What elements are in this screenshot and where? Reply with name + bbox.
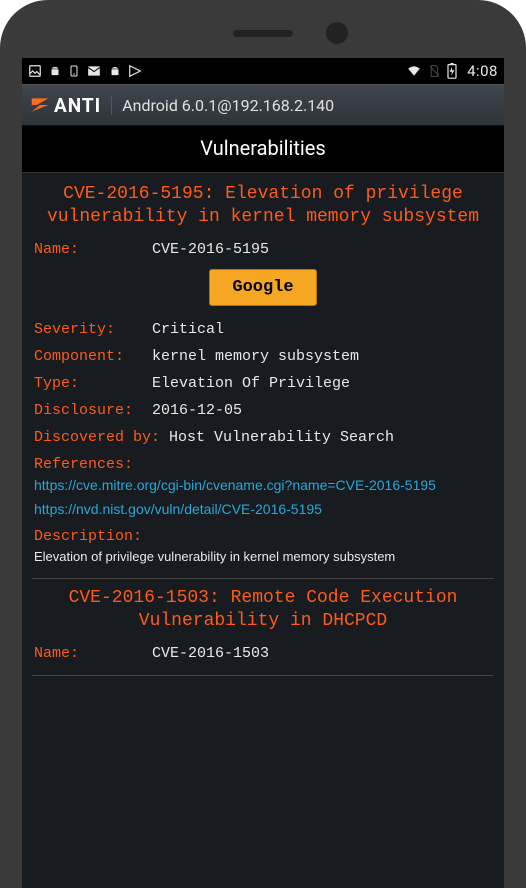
field-value-severity: Critical [152, 321, 224, 338]
field-row: Component: kernel memory subsystem [32, 343, 494, 370]
field-value-name: CVE-2016-5195 [152, 241, 269, 258]
field-label-severity: Severity: [34, 321, 152, 338]
field-row: Type: Elevation Of Privilege [32, 370, 494, 397]
device-speaker [233, 30, 293, 37]
status-bar: 4:08 [22, 58, 504, 84]
wifi-icon [406, 64, 422, 78]
phone-icon [68, 64, 80, 78]
description-text: Elevation of privilege vulnerability in … [32, 547, 494, 570]
content-scroll[interactable]: CVE-2016-5195: Elevation of privilege vu… [22, 173, 504, 888]
vuln-title: CVE-2016-1503: Remote Code Execution Vul… [32, 583, 494, 640]
description-label: Description: [32, 523, 494, 547]
status-left [28, 64, 142, 78]
reference-link[interactable]: https://cve.mitre.org/cgi-bin/cvename.cg… [32, 475, 494, 499]
field-label-component: Component: [34, 348, 152, 365]
field-value-type: Elevation Of Privilege [152, 375, 350, 392]
app-bar: ANTI Android 6.0.1@192.168.2.140 [22, 84, 504, 126]
reference-link[interactable]: https://nvd.nist.gov/vuln/detail/CVE-201… [32, 499, 494, 523]
image-icon [28, 64, 42, 78]
app-subtitle: Android 6.0.1@192.168.2.140 [111, 96, 496, 115]
field-label-type: Type: [34, 375, 152, 392]
vuln-title: CVE-2016-5195: Elevation of privilege vu… [32, 179, 494, 236]
page-title: Vulnerabilities [22, 126, 504, 173]
field-value-name: CVE-2016-1503 [152, 645, 269, 662]
battery-charging-icon [447, 63, 457, 79]
references-label: References: [32, 451, 494, 475]
field-value-component: kernel memory subsystem [152, 348, 359, 365]
status-right: 4:08 [406, 63, 498, 79]
field-label-discovered: Discovered by: [34, 429, 169, 446]
field-value-disclosure: 2016-12-05 [152, 402, 242, 419]
play-icon [128, 64, 142, 78]
field-row: Name: CVE-2016-5195 [32, 236, 494, 263]
mail-icon [86, 64, 102, 78]
vulnerability-card: CVE-2016-5195: Elevation of privilege vu… [32, 179, 494, 579]
field-row: Name: CVE-2016-1503 [32, 640, 494, 667]
app-brand-text: ANTI [54, 94, 101, 117]
device-camera [326, 22, 348, 44]
field-value-discovered: Host Vulnerability Search [169, 429, 394, 446]
button-row: Google [32, 263, 494, 316]
status-clock: 4:08 [467, 64, 498, 79]
android-icon-2 [108, 64, 122, 78]
field-label-name: Name: [34, 241, 152, 258]
app-logo[interactable]: ANTI [30, 94, 101, 117]
no-sim-icon [428, 64, 441, 78]
field-row: Discovered by: Host Vulnerability Search [32, 424, 494, 451]
z-logo-icon [30, 95, 50, 115]
android-icon [48, 64, 62, 78]
vulnerability-card: CVE-2016-1503: Remote Code Execution Vul… [32, 583, 494, 676]
field-label-name: Name: [34, 645, 152, 662]
field-row: Severity: Critical [32, 316, 494, 343]
device-frame: 4:08 ANTI Android 6.0.1@192.168.2.140 Vu… [0, 0, 526, 888]
google-button[interactable]: Google [209, 269, 316, 306]
screen: 4:08 ANTI Android 6.0.1@192.168.2.140 Vu… [22, 58, 504, 888]
field-label-disclosure: Disclosure: [34, 402, 152, 419]
field-row: Disclosure: 2016-12-05 [32, 397, 494, 424]
